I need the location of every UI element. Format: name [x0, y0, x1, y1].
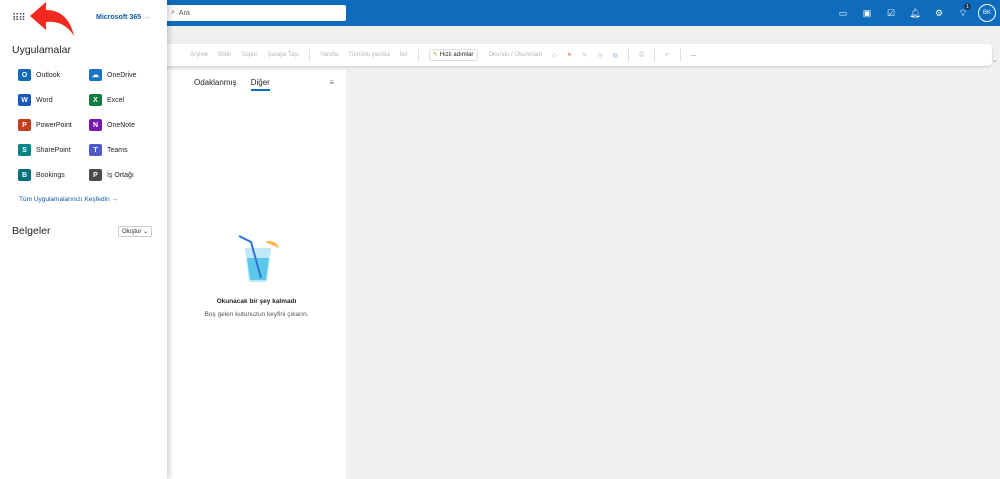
red-arrow-annotation	[30, 2, 74, 36]
app-label: İş Ortağı	[107, 171, 134, 179]
app-icon: P	[89, 169, 102, 181]
app-bookings[interactable]: B Bookings	[18, 168, 89, 182]
create-button[interactable]: Oluştur ⌄	[118, 226, 153, 237]
pin-icon[interactable]: ✎	[582, 52, 587, 59]
forward-button[interactable]: İlet	[400, 52, 408, 58]
microsoft-365-link[interactable]: Microsoft 365 →	[96, 14, 150, 21]
drink-illustration	[238, 235, 279, 282]
divider	[308, 48, 310, 62]
app-excel[interactable]: X Excel	[89, 93, 160, 107]
message-list: Odaklanmış Diğer ≡ Okunacak bir şey kalm…	[167, 70, 346, 479]
app-icon: ☁	[89, 69, 102, 81]
tag-icon[interactable]: ◇	[552, 52, 557, 59]
app-icon: T	[89, 144, 102, 156]
bell-icon[interactable]: 🔔︎	[903, 3, 927, 23]
app-label: OneDrive	[107, 71, 137, 79]
print-icon[interactable]: ⎙	[639, 52, 644, 59]
empty-title: Okunacak bir şey kalmadı	[216, 298, 297, 305]
reply-all-button[interactable]: Tümünü yanıtla	[348, 52, 389, 58]
divider	[628, 48, 630, 62]
app-outlook[interactable]: O Outlook	[18, 68, 89, 82]
reply-button[interactable]: Yanıtla	[320, 52, 338, 58]
teams-icon[interactable]: ▣	[855, 3, 879, 23]
lightbulb-icon[interactable]: 💡︎ 1	[951, 3, 975, 23]
snooze-icon[interactable]: ◷	[597, 52, 602, 59]
gear-icon[interactable]: ⚙	[927, 3, 951, 23]
tab-other[interactable]: Diğer	[250, 78, 270, 91]
chat-icon[interactable]: ▭	[831, 3, 855, 23]
app-label: Teams	[107, 146, 128, 154]
app-icon: P	[18, 119, 31, 131]
todo-icon[interactable]: ☑	[879, 3, 903, 23]
waffle-icon[interactable]: ⠿⠿	[12, 13, 26, 24]
empty-subtitle: Boş gelen kutunuzun keyfini çıkarın.	[204, 311, 309, 318]
app-icon: O	[18, 69, 31, 81]
documents-heading: Belgeler	[12, 225, 51, 237]
app-label: Excel	[107, 96, 125, 104]
archive-button[interactable]: Arşivle	[190, 52, 208, 58]
app-iorta[interactable]: P İş Ortağı	[89, 168, 160, 182]
empty-state: Okunacak bir şey kalmadı Boş gelen kutun…	[167, 230, 346, 318]
app-word[interactable]: W Word	[18, 93, 89, 107]
notification-badge: 1	[964, 3, 971, 10]
flag-icon[interactable]: ⚑	[567, 52, 572, 59]
divider	[679, 48, 681, 62]
app-powerpoint[interactable]: P PowerPoint	[18, 118, 89, 132]
read-unread-button[interactable]: Okundu / Okunmadı	[488, 52, 542, 58]
sweep-button[interactable]: Süpür	[241, 52, 257, 58]
app-label: OneNote	[107, 121, 136, 129]
ribbon-toolbar: Arşivle Bildir Süpür Şuraya Taşı Yanıtla…	[160, 44, 992, 66]
app-label: Word	[36, 96, 53, 104]
move-to-button[interactable]: Şuraya Taşı	[267, 52, 299, 58]
search-icon: ⌕	[171, 9, 175, 16]
app-label: Bookings	[36, 171, 65, 179]
app-label: Outlook	[36, 71, 61, 79]
app-teams[interactable]: T Teams	[89, 143, 160, 157]
app-launcher-panel: ⠿⠿ Microsoft 365 → Uygulamalar O Outlook ☁…	[0, 0, 167, 479]
undo-icon[interactable]: ↶	[665, 52, 670, 59]
filter-icon[interactable]: ≡	[329, 78, 334, 87]
lightning-icon: ϟ	[433, 52, 437, 58]
tab-focused[interactable]: Odaklanmış	[194, 78, 237, 91]
app-icon: S	[18, 144, 31, 156]
apps-heading: Uygulamalar	[12, 44, 71, 56]
reading-pane	[347, 70, 1000, 479]
report-button[interactable]: Bildir	[218, 52, 231, 58]
app-label: PowerPoint	[36, 121, 72, 129]
explore-apps-link[interactable]: Tüm Uygulamalarınızı Keşfedin →	[19, 196, 118, 203]
app-onedrive[interactable]: ☁ OneDrive	[89, 68, 160, 82]
divider	[653, 48, 655, 62]
app-icon: N	[89, 119, 102, 131]
search-input[interactable]: ⌕ Ara	[165, 5, 346, 21]
app-label: SharePoint	[36, 146, 71, 154]
divider	[417, 48, 419, 62]
app-sharepoint[interactable]: S SharePoint	[18, 143, 89, 157]
quick-steps-button[interactable]: ϟ Hızlı adımlar	[428, 49, 479, 61]
chevron-down-icon[interactable]: ⌄	[992, 56, 998, 64]
app-onenote[interactable]: N OneNote	[89, 118, 160, 132]
app-icon: B	[18, 169, 31, 181]
more-button[interactable]: ...	[691, 52, 696, 58]
rules-icon[interactable]: ▤	[612, 52, 618, 59]
app-icon: W	[18, 94, 31, 106]
app-icon: X	[89, 94, 102, 106]
avatar[interactable]: BK	[978, 4, 996, 22]
